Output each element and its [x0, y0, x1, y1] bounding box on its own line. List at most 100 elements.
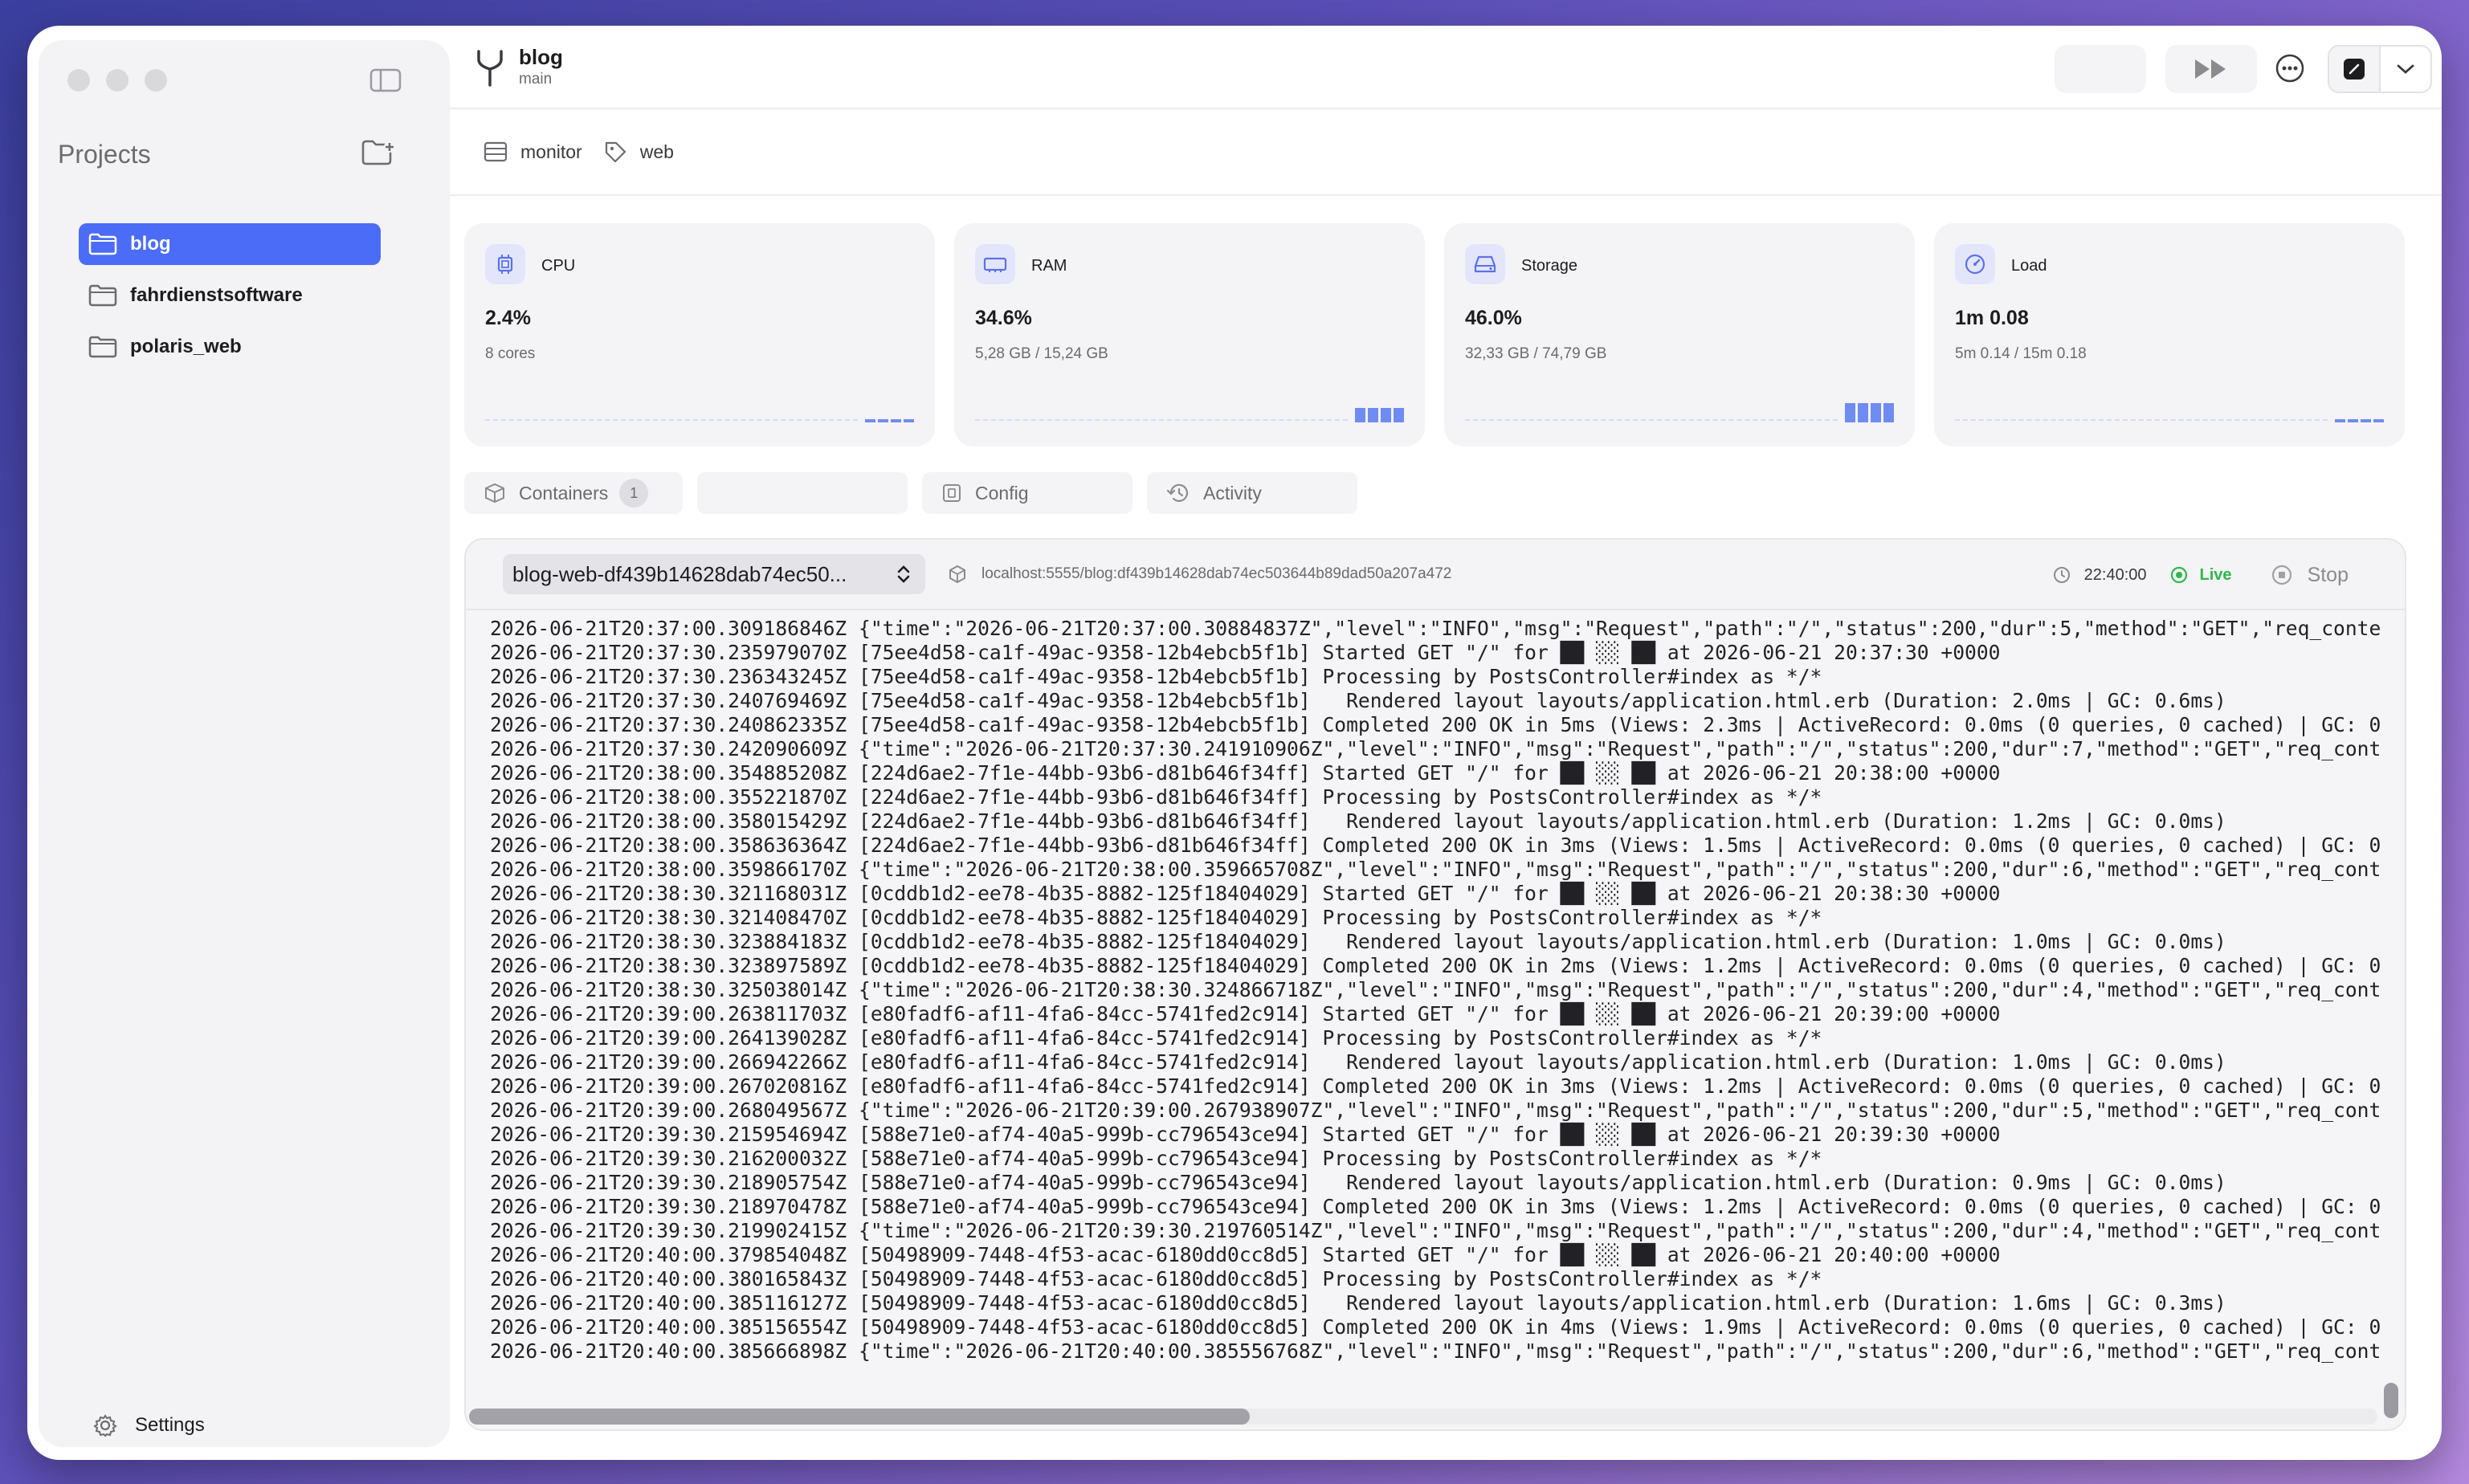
tab-config[interactable]: Config: [922, 472, 1132, 514]
load-card: Load 1m 0.08 5m 0.14 / 15m 0.18: [1934, 223, 2405, 446]
memory-icon: [975, 244, 1015, 284]
log-line: 2026-06-21T20:40:00.380165843Z [50498909…: [490, 1267, 1822, 1290]
containers-count-badge: 1: [619, 479, 649, 508]
fast-forward-icon: [2195, 59, 2226, 79]
server-icon: [484, 141, 508, 162]
folder-icon: [88, 284, 117, 307]
log-status: 22:40:00 Live Stop: [2052, 540, 2349, 610]
load-sparkline: [1955, 403, 2384, 422]
container-select-value: blog-web-df439b14628dab74ec50...: [512, 561, 847, 586]
more-options-icon[interactable]: [2275, 53, 2305, 88]
log-line: 2026-06-21T20:37:30.236343245Z [75ee4d58…: [490, 665, 1822, 688]
container-select[interactable]: blog-web-df439b14628dab74ec50...: [503, 554, 925, 594]
log-output[interactable]: 2026-06-21T20:37:00.309186846Z {"time":"…: [466, 610, 2405, 1429]
editor-app-icon[interactable]: [2329, 47, 2381, 92]
settings-button[interactable]: Settings: [93, 1413, 205, 1437]
log-line: 2026-06-21T20:38:00.358015429Z [224d6ae2…: [490, 809, 2226, 833]
metric-value: 46.0%: [1465, 307, 1522, 329]
metric-label: CPU: [541, 257, 576, 275]
log-line: 2026-06-21T20:39:30.218905754Z [588e71e0…: [490, 1171, 2226, 1194]
stop-button[interactable]: Stop: [2271, 564, 2349, 587]
ram-sparkline: [975, 403, 1404, 422]
image-url: localhost:5555/blog:df439b14628dab74ec50…: [981, 565, 1452, 582]
tab-activity[interactable]: Activity: [1147, 472, 1357, 514]
storage-sparkline: [1465, 403, 1894, 422]
storage-card: Storage 46.0% 32,33 GB / 74,79 GB: [1444, 223, 1915, 446]
box-icon: [485, 483, 504, 503]
project-title: blog: [519, 45, 563, 69]
gauge-icon: [1955, 244, 1995, 284]
log-line: 2026-06-21T20:38:30.321408470Z [0cddb1d2…: [490, 906, 1822, 929]
metric-detail: 32,33 GB / 74,79 GB: [1465, 345, 1607, 362]
clock-icon: [2053, 567, 2070, 583]
tab-bar: Containers 1 Config Activity: [464, 472, 1357, 514]
horizontal-scrollbar[interactable]: [469, 1409, 1250, 1425]
stop-icon: [2271, 565, 2291, 585]
deploy-button[interactable]: [2165, 45, 2257, 93]
live-label: Live: [2199, 565, 2232, 584]
window-controls: [67, 69, 167, 92]
log-line: 2026-06-21T20:40:00.385156554Z [50498909…: [490, 1315, 2381, 1339]
new-folder-icon[interactable]: [360, 137, 397, 169]
zoom-window-button[interactable]: [145, 69, 167, 92]
projects-heading: Projects: [58, 140, 151, 169]
log-line: 2026-06-21T20:38:00.358636364Z [224d6ae2…: [490, 834, 2381, 857]
metric-label: Storage: [1521, 257, 1578, 275]
toolbar-button[interactable]: [2055, 45, 2146, 93]
log-panel: blog-web-df439b14628dab74ec50... localho…: [464, 538, 2406, 1431]
metric-detail: 8 cores: [485, 345, 536, 362]
gear-icon: [93, 1414, 117, 1437]
live-dot-icon: [2170, 566, 2187, 584]
folder-icon: [88, 233, 117, 255]
log-line: 2026-06-21T20:38:00.354885208Z [224d6ae2…: [490, 761, 2001, 785]
log-toolbar: blog-web-df439b14628dab74ec50... localho…: [466, 540, 2405, 610]
metric-label: Load: [2011, 257, 2047, 275]
tab-containers[interactable]: Containers 1: [464, 472, 683, 514]
project-item-polaris-web[interactable]: polaris_web: [79, 326, 381, 368]
live-indicator: Live: [2169, 565, 2232, 585]
log-line: 2026-06-21T20:39:00.263811703Z [e80fadf6…: [490, 1002, 2001, 1025]
server-tag[interactable]: monitor: [484, 141, 582, 163]
log-line: 2026-06-21T20:39:00.264139028Z [e80fadf6…: [490, 1026, 1822, 1050]
history-icon: [1166, 483, 1189, 502]
log-line: 2026-06-21T20:37:00.309186846Z {"time":"…: [490, 617, 2381, 640]
stop-label: Stop: [2307, 563, 2349, 586]
folder-icon: [88, 336, 117, 358]
project-item-label: polaris_web: [130, 336, 242, 357]
log-line: 2026-06-21T20:38:30.325038014Z {"time":"…: [490, 978, 2381, 1001]
sidebar: Projects blog fahrdienstsoftware polaris…: [39, 40, 450, 1447]
close-window-button[interactable]: [67, 69, 90, 92]
log-line: 2026-06-21T20:39:00.266942266Z [e80fadf6…: [490, 1050, 2226, 1074]
config-icon: [943, 484, 961, 502]
project-item-fahrdienstsoftware[interactable]: fahrdienstsoftware: [79, 275, 381, 316]
log-line: 2026-06-21T20:39:30.218970478Z [588e71e0…: [490, 1195, 2381, 1218]
vertical-scrollbar[interactable]: [2384, 1383, 2398, 1418]
log-line: 2026-06-21T20:38:30.323884183Z [0cddb1d2…: [490, 930, 2226, 953]
metric-detail: 5m 0.14 / 15m 0.18: [1955, 345, 2087, 362]
server-tag-label: monitor: [520, 141, 582, 162]
chevron-down-icon[interactable]: [2381, 47, 2430, 92]
log-line: 2026-06-21T20:37:30.240769469Z [75ee4d58…: [490, 689, 2226, 712]
log-line: 2026-06-21T20:38:00.359866170Z {"time":"…: [490, 858, 2381, 881]
log-line: 2026-06-21T20:39:00.267020816Z [e80fadf6…: [490, 1074, 2381, 1098]
open-in-editor-split-button[interactable]: [2328, 45, 2432, 93]
log-lines: 2026-06-21T20:37:00.309186846Z {"time":"…: [490, 617, 2384, 1364]
log-line: 2026-06-21T20:40:00.385666898Z {"time":"…: [490, 1339, 2381, 1363]
log-line: 2026-06-21T20:38:30.323897589Z [0cddb1d2…: [490, 954, 2381, 977]
ram-card: RAM 34.6% 5,28 GB / 15,24 GB: [954, 223, 1425, 446]
metrics-row: CPU 2.4% 8 cores RAM 34.6% 5,28 GB / 15,…: [464, 223, 2405, 446]
minimize-window-button[interactable]: [106, 69, 129, 92]
settings-label: Settings: [135, 1414, 205, 1436]
sidebar-toggle-icon[interactable]: [369, 67, 402, 93]
env-tag[interactable]: web: [603, 140, 674, 164]
log-line: 2026-06-21T20:39:30.219902415Z {"time":"…: [490, 1219, 2381, 1242]
metric-detail: 5,28 GB / 15,24 GB: [975, 345, 1108, 362]
git-branch-icon: [472, 47, 508, 92]
project-item-label: blog: [130, 233, 171, 255]
project-item-blog[interactable]: blog: [79, 223, 381, 265]
tab-logs[interactable]: [697, 472, 908, 514]
log-line: 2026-06-21T20:37:30.240862335Z [75ee4d58…: [490, 713, 2381, 736]
tag-icon: [605, 141, 626, 163]
breadcrumb: monitor web: [450, 109, 2442, 196]
log-line: 2026-06-21T20:40:00.385116127Z [50498909…: [490, 1291, 2226, 1315]
